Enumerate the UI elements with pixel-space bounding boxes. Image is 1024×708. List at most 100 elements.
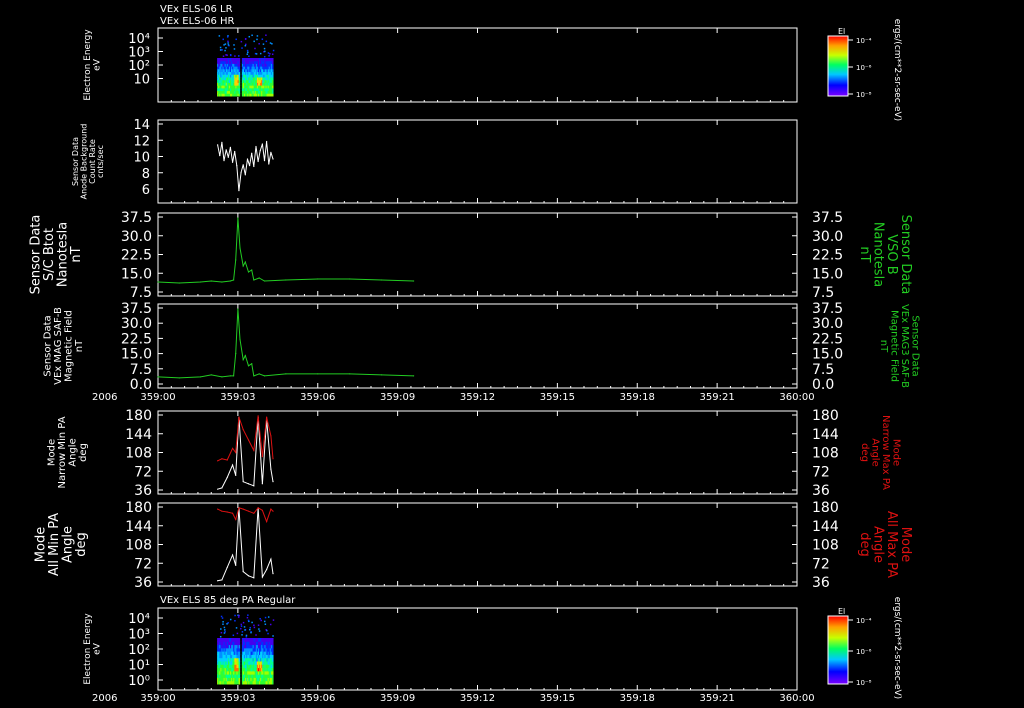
y-tick-label-right: 7.5	[812, 285, 834, 301]
colorbar-title: El	[838, 27, 845, 36]
x-tick-label: 359:09	[380, 693, 415, 704]
count-rate-series-point	[234, 150, 236, 153]
y-tick-label: 37.5	[121, 301, 152, 317]
colorbar-tick-label: 10⁻⁶	[856, 64, 872, 72]
y-tick-label: 10²	[128, 643, 150, 658]
x-tick-label: 359:18	[620, 693, 655, 704]
spectrogram-speckle	[253, 626, 256, 629]
y-axis-label-right-6: ModeAll Max PAAngledeg	[857, 511, 913, 578]
all-min-pa-series-point	[235, 564, 237, 566]
y-tick-label-right: 144	[812, 427, 839, 443]
x-tick-label: 359:06	[300, 392, 335, 403]
spectrogram-speckle	[220, 628, 222, 630]
narrow-max-pa-series-point	[242, 428, 244, 431]
spectrogram-speckle	[246, 49, 249, 52]
spectrogram-cell	[271, 664, 274, 669]
spectrogram-speckle	[259, 617, 261, 620]
colorbar-label-2: ergs/(cm**2-sr-sec-eV)	[892, 597, 902, 699]
count-rate-series-point	[272, 158, 274, 160]
spectrogram-speckle	[224, 631, 226, 633]
x-tick-label: 360:00	[779, 693, 814, 704]
all-max-pa-series-point	[235, 518, 237, 521]
narrow-min-pa-series-point	[253, 485, 255, 487]
spectrogram-speckle	[240, 623, 243, 626]
y-tick-label: 12	[133, 134, 150, 149]
spectrogram-speckle	[245, 635, 248, 638]
spectrogram-cell	[238, 674, 241, 678]
all-min-pa-series-point	[242, 570, 244, 573]
y-tick-label: 108	[125, 446, 152, 462]
spectrogram-cell	[271, 680, 274, 685]
x-tick-label: 359:03	[220, 693, 255, 704]
spectrogram-cell	[238, 680, 241, 685]
narrow-min-pa-series-point	[261, 483, 263, 485]
spectrogram-speckle	[255, 634, 257, 636]
x-tick-label: 359:00	[140, 392, 175, 403]
all-max-pa-series-point	[242, 508, 244, 510]
spectrogram-cell	[271, 644, 274, 649]
narrow-max-pa-series-point	[221, 458, 223, 460]
btot-series-point	[210, 280, 212, 282]
y-tick-label-right: 180	[812, 500, 839, 516]
year-label-1: 2006	[92, 392, 117, 403]
count-rate-series-point	[268, 163, 270, 165]
all-max-pa-series-point	[257, 507, 259, 509]
spectrogram-cell	[271, 657, 274, 662]
spectrogram-cell	[271, 674, 274, 678]
y-tick-label: 144	[125, 427, 152, 443]
count-rate-series-point	[259, 150, 261, 152]
y-tick-label-right: 7.5	[812, 362, 834, 378]
btot-series-point	[244, 261, 246, 263]
y-axis-label-line-right: Magnetic Field	[889, 310, 900, 382]
x-tick-label: 359:03	[220, 392, 255, 403]
count-rate-series-point	[248, 165, 251, 167]
narrow-min-pa-series-point	[247, 483, 250, 485]
mag-field-series-point	[200, 376, 202, 378]
y-axis-label-line: nT	[69, 246, 84, 262]
colorbar-tick-label: 10⁻⁴	[856, 617, 872, 625]
y-tick-label: 30.0	[121, 229, 152, 245]
header-line1: VEx ELS-06 LR	[160, 4, 233, 15]
spectrogram-speckle	[224, 49, 226, 52]
narrow-max-pa-series-point	[247, 439, 250, 441]
mag-field-series-point	[263, 375, 266, 377]
panel7-title: VEx ELS 85 deg PA Regular	[160, 595, 296, 606]
all-max-pa-series	[217, 507, 274, 524]
spectrogram-speckle	[244, 38, 247, 40]
y-axis-label-left-6: ModeAll Min PAAngledeg	[33, 513, 89, 576]
spectrogram-speckle	[264, 623, 267, 626]
spectrogram-cell	[238, 654, 241, 659]
spectrogram-speckle	[240, 627, 242, 630]
y-tick-label: 36	[134, 483, 152, 499]
mag-field-series-point	[253, 375, 255, 377]
y-tick-label: 0.0	[130, 377, 152, 393]
mag-field-series-point	[233, 375, 235, 377]
y-axis-label-line-right: Narrow Max PA	[880, 415, 891, 490]
spectrogram-speckle	[269, 42, 272, 44]
spectrogram-speckle	[219, 49, 222, 51]
btot-series-point	[235, 259, 237, 261]
mag-field-series-point	[229, 375, 232, 377]
narrow-max-pa-series-point	[217, 460, 219, 462]
btot-series-point	[200, 281, 202, 283]
spectrogram-speckle	[224, 629, 226, 631]
count-rate-series-point	[238, 190, 240, 192]
y-axis-label-line: eV	[93, 642, 103, 655]
mag-field-series-point	[349, 373, 351, 375]
y-tick-label: 37.5	[121, 210, 152, 226]
count-rate-series-point	[266, 140, 268, 143]
y-tick-label-right: 30.0	[812, 316, 843, 332]
y-tick-label-right: 37.5	[812, 301, 843, 317]
count-rate-series-point	[261, 143, 263, 145]
y-tick-label: 7.5	[130, 362, 152, 378]
count-rate-series-point	[229, 146, 232, 148]
y-axis-label-line-right: Mode	[891, 439, 902, 466]
count-rate-series-point	[231, 161, 234, 163]
spectrogram-cell	[271, 641, 274, 646]
spectrogram-speckle	[247, 614, 249, 616]
spectrogram-speckle	[220, 615, 223, 618]
narrow-min-pa-series-point	[272, 481, 274, 483]
narrow-min-pa-series-point	[231, 464, 234, 466]
colorbar-tick-label: 10⁻⁶	[856, 648, 872, 656]
count-rate-series-point	[255, 145, 257, 148]
